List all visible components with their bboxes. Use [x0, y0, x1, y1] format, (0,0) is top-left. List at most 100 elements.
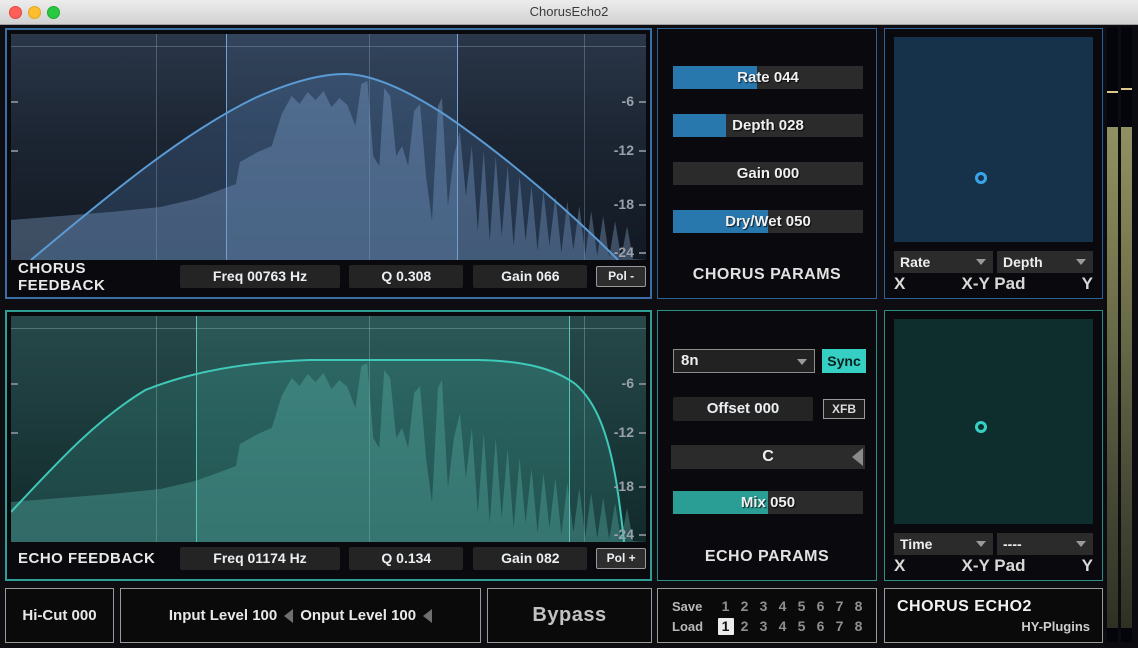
- load-slot[interactable]: 2: [735, 618, 754, 634]
- save-slot[interactable]: 7: [830, 598, 849, 614]
- io-level-controls: Input Level 100 Onput Level 100: [120, 588, 481, 643]
- echo-xy-pad-panel: Time ---- X X-Y Pad Y: [884, 310, 1103, 581]
- load-slot[interactable]: 7: [830, 618, 849, 634]
- db-tick: [639, 383, 646, 385]
- save-slot[interactable]: 2: [735, 598, 754, 614]
- load-slot-active[interactable]: 1: [718, 618, 734, 635]
- xy-pad-handle[interactable]: [975, 172, 987, 184]
- echo-filter-curve: [11, 316, 646, 542]
- xy-x-assign-value: Time: [900, 536, 932, 552]
- load-row: Load 1 2 3 4 5 6 7 8: [672, 616, 876, 636]
- arrow-left-icon[interactable]: [423, 609, 432, 623]
- chorus-xy-pad-panel: Rate Depth X X-Y Pad Y: [884, 28, 1103, 299]
- xfb-button[interactable]: XFB: [823, 399, 865, 419]
- branding-box: CHORUS ECHO2 HY-Plugins: [884, 588, 1103, 643]
- rate-slider[interactable]: Rate 044: [673, 66, 863, 89]
- xy-pad-handle[interactable]: [975, 421, 987, 433]
- echo-gain-value[interactable]: Gain 082: [473, 547, 587, 570]
- db-tick: [639, 486, 646, 488]
- load-label: Load: [672, 619, 716, 634]
- gain-slider-label: Gain 000: [673, 162, 863, 185]
- arrow-left-icon[interactable]: [852, 448, 863, 466]
- db-tick: [11, 101, 18, 103]
- y-axis-label: Y: [1082, 556, 1093, 578]
- save-row: Save 1 2 3 4 5 6 7 8: [672, 596, 876, 616]
- echo-xy-pad[interactable]: [894, 319, 1093, 524]
- echo-feedback-title: ECHO FEEDBACK: [18, 550, 175, 567]
- save-slot[interactable]: 8: [849, 598, 868, 614]
- xy-labels: X X-Y Pad Y: [894, 274, 1093, 296]
- save-slot[interactable]: 1: [716, 598, 735, 614]
- channel-selector[interactable]: C: [671, 445, 865, 469]
- sync-rate-value: 8n: [681, 352, 699, 369]
- load-slot[interactable]: 8: [849, 618, 868, 634]
- channel-value: C: [762, 448, 774, 465]
- save-slot[interactable]: 6: [811, 598, 830, 614]
- echo-feedback-panel: -6 -12 -18 -24 ECHO FEEDBACK Freq 01174 …: [5, 310, 652, 581]
- chorus-gain-value[interactable]: Gain 066: [473, 265, 587, 288]
- load-slot[interactable]: 5: [792, 618, 811, 634]
- echo-params-title: ECHO PARAMS: [658, 548, 876, 566]
- xy-y-assign-dropdown[interactable]: Depth: [997, 251, 1093, 273]
- echo-filter-display[interactable]: -6 -12 -18 -24: [11, 316, 646, 542]
- db-label: -24: [614, 526, 634, 542]
- load-slot[interactable]: 4: [773, 618, 792, 634]
- meter-peak-marker: [1121, 88, 1132, 90]
- output-level-value[interactable]: Onput Level 100: [300, 607, 416, 624]
- save-slot[interactable]: 3: [754, 598, 773, 614]
- xy-x-assign-value: Rate: [900, 254, 930, 270]
- xy-y-assign-dropdown[interactable]: ----: [997, 533, 1093, 555]
- chorus-feedback-title: CHORUS FEEDBACK: [18, 260, 175, 294]
- chorus-feedback-controls: CHORUS FEEDBACK Freq 00763 Hz Q 0.308 Ga…: [11, 260, 646, 293]
- echo-freq-value[interactable]: Freq 01174 Hz: [180, 547, 341, 570]
- db-tick: [639, 252, 646, 254]
- chorus-filter-display[interactable]: -6 -12 -18 -24: [11, 34, 646, 260]
- depth-slider[interactable]: Depth 028: [673, 114, 863, 137]
- chorus-polarity-button[interactable]: Pol -: [596, 266, 646, 287]
- db-label: -18: [614, 196, 634, 212]
- depth-slider-label: Depth 028: [673, 114, 863, 137]
- chevron-down-icon: [976, 259, 986, 265]
- load-slot[interactable]: 3: [754, 618, 773, 634]
- echo-polarity-button[interactable]: Pol +: [596, 548, 646, 569]
- bypass-button[interactable]: Bypass: [487, 588, 652, 643]
- db-label: -18: [614, 478, 634, 494]
- chorus-q-value[interactable]: Q 0.308: [349, 265, 463, 288]
- gain-slider[interactable]: Gain 000: [673, 162, 863, 185]
- sync-button[interactable]: Sync: [822, 349, 866, 373]
- xy-pad-title: X-Y Pad: [962, 274, 1026, 296]
- input-level-value[interactable]: Input Level 100: [169, 607, 277, 624]
- offset-value[interactable]: Offset 000: [673, 397, 813, 421]
- meter-peak-marker: [1107, 91, 1118, 93]
- chorus-xy-pad[interactable]: [894, 37, 1093, 242]
- meter-fill: [1121, 127, 1132, 628]
- drywet-slider[interactable]: Dry/Wet 050: [673, 210, 863, 233]
- arrow-left-icon[interactable]: [284, 609, 293, 623]
- vendor-name: HY-Plugins: [1021, 619, 1090, 634]
- load-slot[interactable]: 6: [811, 618, 830, 634]
- db-label: -24: [614, 244, 634, 260]
- rate-slider-label: Rate 044: [673, 66, 863, 89]
- sync-rate-dropdown[interactable]: 8n: [673, 349, 815, 373]
- db-tick: [11, 383, 18, 385]
- drywet-slider-label: Dry/Wet 050: [673, 210, 863, 233]
- bypass-label: Bypass: [532, 604, 606, 627]
- echo-q-value[interactable]: Q 0.134: [349, 547, 463, 570]
- mix-slider[interactable]: Mix 050: [673, 491, 863, 514]
- db-label: -12: [614, 424, 634, 440]
- title-bar: ChorusEcho2: [0, 0, 1138, 25]
- mix-slider-label: Mix 050: [673, 491, 863, 514]
- echo-params-panel: 8n Sync Offset 000 XFB C Mix 050 ECHO PA…: [657, 310, 877, 581]
- chevron-down-icon: [797, 359, 807, 365]
- window-title: ChorusEcho2: [0, 4, 1138, 19]
- hi-cut-control[interactable]: Hi-Cut 000: [5, 588, 114, 643]
- save-slot[interactable]: 4: [773, 598, 792, 614]
- save-slot[interactable]: 5: [792, 598, 811, 614]
- chorus-feedback-panel: -6 -12 -18 -24 CHORUS FEEDBACK Freq 0076…: [5, 28, 652, 299]
- db-tick: [639, 150, 646, 152]
- db-tick: [639, 101, 646, 103]
- chorus-freq-value[interactable]: Freq 00763 Hz: [180, 265, 341, 288]
- xy-x-assign-dropdown[interactable]: Rate: [894, 251, 993, 273]
- meter-fill: [1107, 127, 1118, 628]
- xy-x-assign-dropdown[interactable]: Time: [894, 533, 993, 555]
